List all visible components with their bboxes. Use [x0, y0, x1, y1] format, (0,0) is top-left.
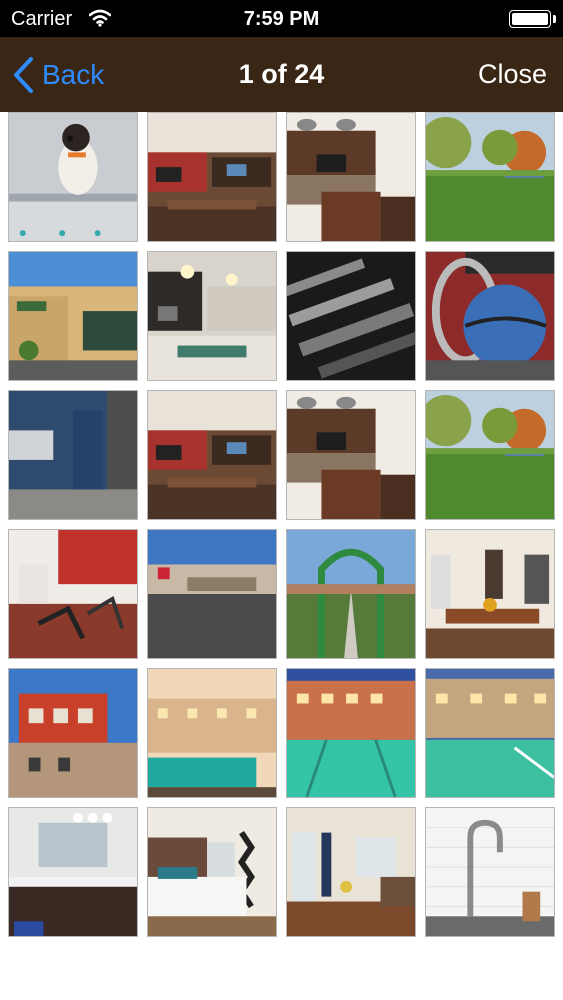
photo-thumbnail[interactable] [286, 529, 416, 659]
building-exterior-photo [9, 669, 137, 797]
photo-thumbnail[interactable] [147, 807, 277, 937]
photo-thumbnail[interactable] [8, 529, 138, 659]
photo-thumbnail[interactable] [286, 112, 416, 242]
pool-dusk-photo [148, 669, 276, 797]
photo-thumbnail[interactable] [147, 390, 277, 520]
living-room-photo [287, 808, 415, 936]
photo-thumbnail[interactable] [147, 112, 277, 242]
photo-thumbnail[interactable] [425, 390, 555, 520]
photo-thumbnail[interactable] [425, 668, 555, 798]
clock: 7:59 PM [243, 8, 320, 30]
garden-arbor-photo [287, 530, 415, 658]
kitchen-interior-photo [148, 252, 276, 380]
photo-thumbnail[interactable] [286, 668, 416, 798]
photo-thumbnail[interactable] [425, 529, 555, 659]
photo-thumbnail[interactable] [8, 390, 138, 520]
photo-thumbnail[interactable] [147, 251, 277, 381]
bottom-area [0, 942, 563, 1000]
photo-thumbnail[interactable] [147, 668, 277, 798]
pool-night-photo [426, 669, 554, 797]
clubhouse-kitchen-photo [287, 391, 415, 519]
photo-thumbnail[interactable] [8, 668, 138, 798]
photo-thumbnail[interactable] [8, 807, 138, 937]
dog-grooming-photo [9, 113, 137, 241]
fitness-center-photo [9, 530, 137, 658]
lawn-photo [426, 391, 554, 519]
photo-thumbnail[interactable] [8, 112, 138, 242]
clubhouse-lounge-photo [148, 391, 276, 519]
photo-grid [0, 112, 563, 942]
photo-thumbnail[interactable] [8, 251, 138, 381]
photo-thumbnail[interactable] [425, 112, 555, 242]
photo-thumbnail[interactable] [286, 807, 416, 937]
shopping-center-photo [148, 530, 276, 658]
photo-thumbnail[interactable] [425, 807, 555, 937]
photo-thumbnail[interactable] [286, 390, 416, 520]
clubhouse-kitchen-photo [287, 113, 415, 241]
bathroom-photo [9, 808, 137, 936]
navigation-bar: Back 1 of 24 Close [0, 37, 563, 112]
dining-room-photo [426, 530, 554, 658]
photo-thumbnail[interactable] [147, 529, 277, 659]
grocery-store-photo [9, 252, 137, 380]
photo-thumbnail[interactable] [425, 251, 555, 381]
battery-nub [553, 15, 556, 23]
clubhouse-lounge-photo [148, 113, 276, 241]
close-button[interactable]: Close [478, 59, 547, 90]
bedroom-photo [148, 808, 276, 936]
medicine-ball-photo [426, 252, 554, 380]
kitchen-faucet-photo [426, 808, 554, 936]
photo-thumbnail[interactable] [286, 251, 416, 381]
battery-icon [509, 10, 551, 28]
pet-wash-room-photo [9, 391, 137, 519]
pool-buildings-photo [287, 669, 415, 797]
lawn-photo [426, 113, 554, 241]
status-bar: Carrier 7:59 PM [0, 0, 563, 37]
gym-handles-photo [287, 252, 415, 380]
